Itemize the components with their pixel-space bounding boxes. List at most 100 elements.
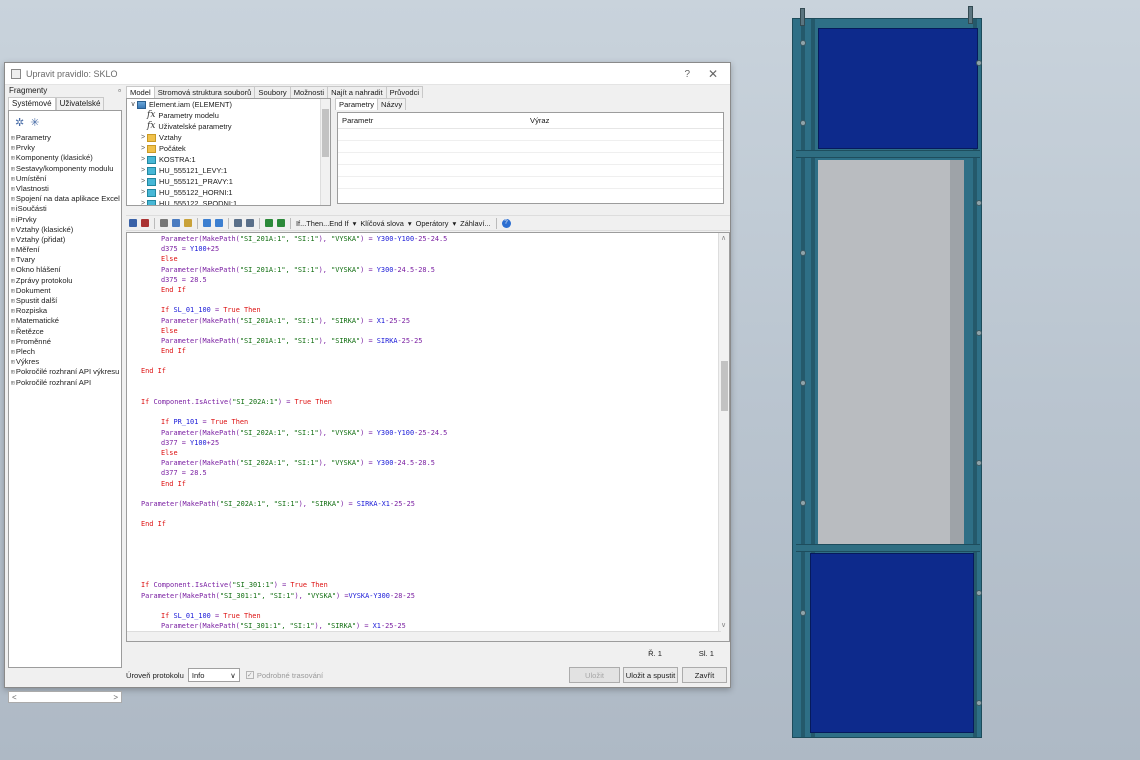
tab-user[interactable]: Uživatelské — [55, 97, 105, 110]
fragment-item[interactable]: ⊞Spustit další — [9, 296, 121, 306]
tab-main[interactable]: Možnosti — [289, 86, 329, 98]
save-icon[interactable] — [129, 219, 137, 227]
expand-icon[interactable]: ⊞ — [11, 226, 15, 234]
tab-names[interactable]: Názvy — [377, 98, 407, 110]
tab-main[interactable]: Model — [126, 86, 155, 98]
fragment-item[interactable]: ⊞Umístění — [9, 174, 121, 184]
fragment-item[interactable]: ⊞Pokročilé rozhraní API — [9, 378, 121, 388]
chevron-right-icon[interactable]: > — [139, 176, 147, 187]
expand-icon[interactable]: ⊞ — [11, 277, 15, 285]
fragments-hscroll[interactable]: < > — [8, 691, 122, 703]
tree-scrollbar[interactable] — [320, 99, 330, 205]
print-icon[interactable] — [141, 219, 149, 227]
expand-icon[interactable]: ⊞ — [11, 175, 15, 183]
scroll-down-icon[interactable]: ∨ — [721, 621, 726, 629]
tree-node[interactable]: > Vztahy — [127, 132, 330, 143]
expand-icon[interactable]: ⊞ — [11, 266, 15, 274]
fragment-add-icon[interactable]: ✲ — [15, 116, 24, 129]
expand-icon[interactable]: ⊞ — [11, 338, 15, 346]
tree-node[interactable]: > KOSTRA:1 — [127, 154, 330, 165]
chevron-right-icon[interactable]: > — [139, 154, 147, 165]
fragment-item[interactable]: ⊞Vztahy (klasické) — [9, 225, 121, 235]
tree-node[interactable]: > HU_555122_HORNI:1 — [127, 187, 330, 198]
fragment-item[interactable]: ⊞Vlastnosti — [9, 184, 121, 194]
chevron-right-icon[interactable]: > — [139, 165, 147, 176]
scroll-up-icon[interactable]: ∧ — [721, 234, 726, 242]
fragment-item[interactable]: ⊞Plech — [9, 347, 121, 357]
redo-icon[interactable] — [215, 219, 223, 227]
paste-icon[interactable] — [184, 219, 192, 227]
expand-icon[interactable]: ⊞ — [11, 144, 15, 152]
tree-node[interactable]: ∨ Element.iam (ELEMENT) — [127, 99, 330, 110]
expand-icon[interactable]: ⊞ — [11, 368, 15, 376]
fragment-item[interactable]: ⊞Parametry — [9, 133, 121, 143]
expand-icon[interactable]: ⊞ — [11, 236, 15, 244]
expand-icon[interactable]: ⊞ — [11, 287, 15, 295]
expand-icon[interactable]: ⊞ — [11, 246, 15, 254]
tree-node[interactable]: fx Uživatelské parametry — [127, 121, 330, 132]
params-table[interactable]: Parametr Výraz — [337, 112, 724, 204]
fragment-item[interactable]: ⊞Okno hlášení — [9, 265, 121, 275]
fragment-item[interactable]: ⊞Matematické — [9, 316, 121, 326]
tree-node[interactable]: > Počátek — [127, 143, 330, 154]
close-icon[interactable]: ✕ — [708, 67, 718, 81]
fragment-edit-icon[interactable]: ✳ — [30, 116, 39, 129]
pin-icon[interactable]: ▫ — [118, 86, 121, 97]
fragment-item[interactable]: ⊞Spojení na data aplikace Excel — [9, 194, 121, 204]
fragments-list[interactable]: ✲ ✳ ⊞Parametry ⊞Prvky ⊞Komponenty (klasick… — [8, 110, 122, 668]
tab-system[interactable]: Systémové — [8, 97, 56, 110]
fragment-item[interactable]: ⊞Komponenty (klasické) — [9, 153, 121, 163]
fragment-item[interactable]: ⊞iSoučásti — [9, 204, 121, 214]
chevron-down-icon[interactable]: ▾ — [353, 219, 357, 228]
tree-node[interactable]: > HU_555121_PRAVY:1 — [127, 176, 330, 187]
tree-node[interactable]: > HU_555121_LEVY:1 — [127, 165, 330, 176]
operators-button[interactable]: Operátory — [416, 219, 449, 228]
fragment-item[interactable]: ⊞Pokročilé rozhraní API výkresu — [9, 367, 121, 377]
ifthen-button[interactable]: If...Then...End If — [296, 219, 349, 228]
chevron-right-icon[interactable]: > — [139, 198, 147, 205]
expand-icon[interactable]: ⊞ — [11, 195, 15, 203]
comment-icon[interactable] — [265, 219, 273, 227]
fragment-item[interactable]: ⊞Vztahy (přidat) — [9, 235, 121, 245]
expand-icon[interactable]: ⊞ — [11, 297, 15, 305]
expand-icon[interactable]: ⊞ — [11, 358, 15, 366]
header-button[interactable]: Záhlaví... — [460, 219, 490, 228]
chevron-down-icon[interactable]: ▾ — [408, 219, 412, 228]
save-button[interactable]: Uložit — [569, 667, 620, 683]
expand-icon[interactable]: ⊞ — [11, 165, 15, 173]
expand-icon[interactable]: ⊞ — [11, 307, 15, 315]
code-editor[interactable]: Parameter(MakePath("SI_201A:1", "SI:1"),… — [126, 232, 730, 642]
tab-main[interactable]: Najít a nahradit — [327, 86, 387, 98]
fragment-item[interactable]: ⊞Tvary — [9, 255, 121, 265]
expand-icon[interactable]: ⊞ — [11, 154, 15, 162]
help-icon[interactable]: ? — [684, 69, 690, 80]
fragment-item[interactable]: ⊞Měření — [9, 245, 121, 255]
chevron-right-icon[interactable]: > — [139, 187, 147, 198]
expand-icon[interactable]: ⊞ — [11, 205, 15, 213]
expand-icon[interactable]: ⊞ — [11, 317, 15, 325]
fragment-item[interactable]: ⊞Rozpiska — [9, 306, 121, 316]
copy-icon[interactable] — [172, 219, 180, 227]
fragment-item[interactable]: ⊞Prvky — [9, 143, 121, 153]
fragment-item[interactable]: ⊞iPrvky — [9, 215, 121, 225]
cut-icon[interactable] — [160, 219, 168, 227]
tab-parameters[interactable]: Parametry — [335, 98, 379, 110]
expand-icon[interactable]: ⊞ — [11, 348, 15, 356]
save-and-run-button[interactable]: Uložit a spustit — [623, 667, 678, 683]
indent-icon[interactable] — [234, 219, 242, 227]
chevron-right-icon[interactable]: > — [139, 143, 147, 154]
fragment-item[interactable]: ⊞Proměnné — [9, 337, 121, 347]
fragment-item[interactable]: ⊞Sestavy/komponenty modulu — [9, 164, 121, 174]
editor-hscroll[interactable] — [127, 631, 721, 641]
close-button[interactable]: Zavřít — [682, 667, 727, 683]
keywords-button[interactable]: Klíčová slova — [360, 219, 404, 228]
log-level-select[interactable]: Info ∨ — [187, 668, 240, 682]
chevron-down-icon[interactable]: ∨ — [129, 99, 137, 110]
expand-icon[interactable]: ⊞ — [11, 256, 15, 264]
editor-scrollbar[interactable]: ∧ ∨ — [718, 233, 729, 641]
tree-node[interactable]: fx Parametry modelu — [127, 110, 330, 121]
fragment-item[interactable]: ⊞Dokument — [9, 286, 121, 296]
fragment-item[interactable]: ⊞Zprávy protokolu — [9, 276, 121, 286]
outdent-icon[interactable] — [246, 219, 254, 227]
detail-trace-checkbox[interactable]: ✓ Podrobné trasování — [245, 671, 323, 680]
